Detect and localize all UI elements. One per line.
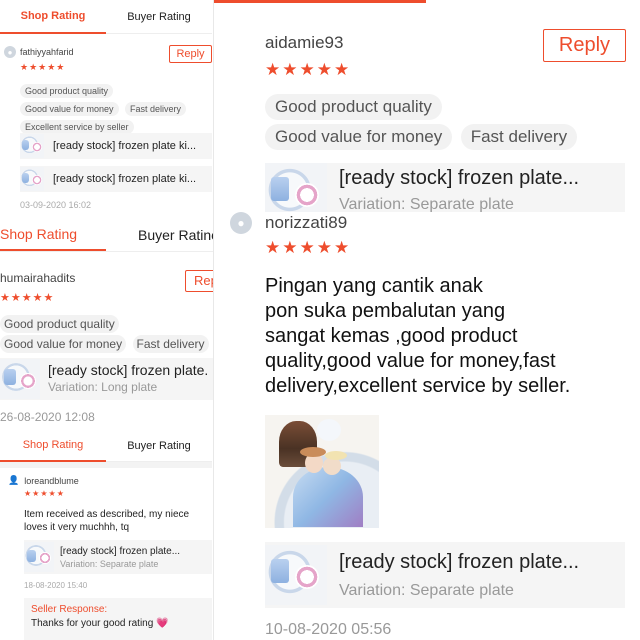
username: loreandblume	[24, 475, 79, 486]
tag-list: Good product quality Good value for mone…	[265, 94, 640, 150]
tab-buyer-rating[interactable]: Buyer Ratinç	[106, 220, 214, 250]
star-rating: ★★★★★	[20, 62, 66, 72]
right-top-panel: aidamie93 Reply ★★★★★ Good product quali…	[214, 0, 640, 212]
left-middle-panel: Shop Rating Buyer Ratinç humairahadits R…	[0, 218, 214, 430]
comment-line: quality,good value for money,fast	[265, 350, 556, 372]
product-variation: Variation: Separate plate	[339, 581, 514, 599]
seller-response: Seller Response: Thanks for your good ra…	[24, 598, 212, 640]
star-rating: ★★★★★	[265, 238, 352, 257]
comment-line: delivery,excellent service by seller.	[265, 375, 571, 397]
product-name: [ready stock] frozen plate.	[48, 362, 209, 378]
product-thumbnail	[265, 163, 327, 212]
seller-response-text: Thanks for your good rating 💗	[31, 618, 169, 629]
username: norizzati89	[265, 213, 348, 232]
comment-line: pon suka pembalutan yang	[265, 300, 506, 322]
rating-tabs: Shop Rating Buyer Rating	[0, 0, 212, 34]
rating-tabs: Shop Rating Buyer Ratinç	[0, 218, 214, 252]
review-photo[interactable]	[265, 415, 379, 528]
tag-chip: Fast delivery	[460, 124, 578, 150]
comment-line: Pingan yang cantik anak	[265, 275, 483, 297]
left-bottom-panel: Shop Rating Buyer Rating 👤 loreandblume …	[0, 430, 212, 640]
tab-shop-rating[interactable]: Shop Rating	[0, 0, 106, 34]
product-name: [ready stock] frozen plate...	[339, 167, 580, 189]
right-bottom-panel: ● norizzati89 ★★★★★ Pingan yang cantik a…	[214, 212, 640, 640]
tag-chip: Good value for money	[20, 102, 119, 116]
tag-chip: Fast delivery	[132, 335, 209, 353]
review-comment: Item received as described, my niece lov…	[24, 508, 189, 534]
product-card[interactable]: [ready stock] frozen plate ki...	[20, 166, 212, 192]
avatar: ●	[4, 46, 16, 58]
review-date: 10-08-2020 05:56	[265, 621, 392, 638]
product-variation: Variation: Long plate	[48, 380, 158, 394]
product-card[interactable]: [ready stock] frozen plate... Variation:…	[24, 540, 212, 574]
product-card[interactable]: [ready stock] frozen plate. Variation: L…	[0, 358, 214, 400]
review-header: ● fathiyyahfarid	[4, 46, 74, 58]
tag-chip: Good value for money	[0, 335, 127, 353]
product-name: [ready stock] frozen plate ki...	[53, 140, 197, 152]
comment-line: Item received as described, my niece	[24, 509, 190, 520]
product-name: [ready stock] frozen plate...	[60, 545, 181, 557]
tag-chip: Good product quality	[0, 315, 119, 333]
avatar: ●	[230, 212, 252, 234]
tag-chip: Good product quality	[265, 94, 442, 120]
reply-button[interactable]: Rep	[185, 270, 214, 292]
review-header: 👤 loreandblume	[8, 475, 79, 486]
tag-chip: Excellent service by seller	[20, 120, 134, 134]
reply-button[interactable]: Reply	[543, 29, 626, 62]
product-card[interactable]: [ready stock] frozen plate... Variation:…	[265, 163, 625, 212]
star-rating: ★★★★★	[24, 489, 65, 498]
product-variation: Variation: Separate plate	[60, 558, 159, 569]
review-date: 03-09-2020 16:02	[20, 200, 92, 210]
product-thumbnail	[20, 134, 44, 158]
product-thumbnail	[20, 167, 44, 191]
product-thumbnail	[0, 359, 40, 399]
product-variation: Variation: Separate plate	[339, 196, 514, 212]
tab-buyer-rating[interactable]: Buyer Rating	[106, 431, 212, 461]
tag-list: Good product quality Good value for mone…	[20, 81, 210, 135]
tab-buyer-rating[interactable]: Buyer Rating	[106, 1, 212, 33]
review-header: ● norizzati89	[230, 212, 347, 234]
product-thumbnail	[24, 542, 54, 572]
reply-button[interactable]: Reply	[169, 45, 212, 63]
tag-chip: Good value for money	[265, 124, 453, 150]
tab-shop-rating[interactable]: Shop Rating	[0, 219, 106, 251]
review-comment: Pingan yang cantik anak pon suka pembalu…	[265, 274, 570, 399]
left-top-panel: Shop Rating Buyer Rating ● fathiyyahfari…	[0, 0, 212, 218]
comment-line: loves it very muchhh, tq	[24, 522, 130, 533]
tag-chip: Fast delivery	[125, 102, 187, 116]
username: humairahadits	[0, 271, 76, 285]
user-icon: 👤	[8, 475, 20, 485]
review-date: 26-08-2020 12:08	[0, 410, 95, 424]
rating-tabs: Shop Rating Buyer Rating	[0, 430, 212, 462]
username: fathiyyahfarid	[20, 47, 74, 57]
product-card[interactable]: [ready stock] frozen plate ki...	[20, 133, 212, 159]
tab-indicator	[214, 0, 426, 3]
seller-response-label: Seller Response:	[31, 604, 108, 615]
star-rating: ★★★★★	[265, 60, 352, 79]
product-name: [ready stock] frozen plate ki...	[53, 173, 197, 185]
product-thumbnail	[265, 545, 327, 605]
product-card[interactable]: [ready stock] frozen plate... Variation:…	[265, 542, 625, 608]
comment-line: sangat kemas ,good product	[265, 325, 518, 347]
product-name: [ready stock] frozen plate...	[339, 550, 580, 573]
review-date: 18-08-2020 15:40	[24, 581, 88, 590]
tab-shop-rating[interactable]: Shop Rating	[0, 430, 106, 462]
tag-chip: Good product quality	[20, 84, 114, 98]
star-rating: ★★★★★	[0, 292, 55, 304]
tag-list: Good product quality Good value for mone…	[0, 315, 214, 353]
username: aidamie93	[265, 33, 344, 52]
